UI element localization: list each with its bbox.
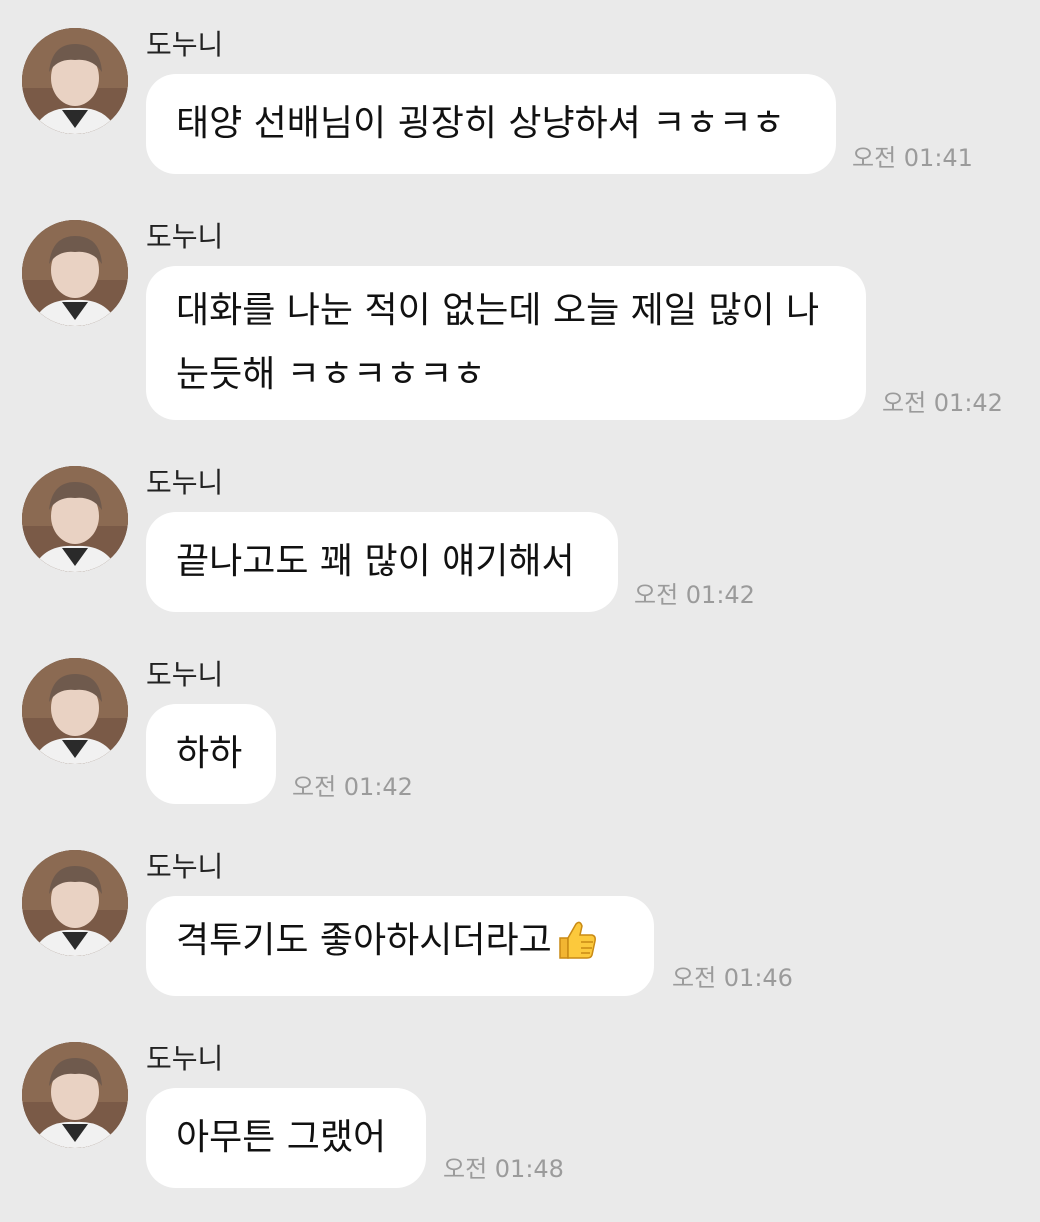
message-time: 오전 01:48 <box>443 1155 564 1183</box>
avatar[interactable] <box>22 220 128 326</box>
avatar-photo <box>22 466 128 572</box>
message-bubble[interactable]: 태양 선배님이 굉장히 상냥하셔 ㅋㅎㅋㅎ <box>146 74 836 174</box>
sender-name: 도누니 <box>146 466 224 499</box>
message-text: 아무튼 그랬어 <box>176 1117 387 1158</box>
message-time: 오전 01:42 <box>292 773 413 801</box>
avatar[interactable] <box>22 1042 128 1148</box>
message-bubble[interactable]: 대화를 나눈 적이 없는데 오늘 제일 많이 나 눈듯해 ㅋㅎㅋㅎㅋㅎ <box>146 266 866 420</box>
thumbs-up-icon <box>554 918 598 983</box>
message-time: 오전 01:42 <box>882 389 1003 417</box>
message-bubble[interactable]: 아무튼 그랬어 <box>146 1088 426 1188</box>
sender-name: 도누니 <box>146 220 224 253</box>
message-text: 태양 선배님이 굉장히 상냥하셔 ㅋㅎㅋㅎ <box>176 103 785 144</box>
chat-thread: 도누니 태양 선배님이 굉장히 상냥하셔 ㅋㅎㅋㅎ 오전 01:41 도누니 대… <box>0 0 1040 1200</box>
avatar[interactable] <box>22 658 128 764</box>
message-text: 대화를 나눈 적이 없는데 오늘 제일 많이 나 <box>176 290 820 331</box>
sender-name: 도누니 <box>146 1042 224 1075</box>
message-text: 격투기도 좋아하시더라고 <box>176 920 552 961</box>
message-text: 눈듯해 ㅋㅎㅋㅎㅋㅎ <box>176 354 486 395</box>
avatar-photo <box>22 658 128 764</box>
message-bubble[interactable]: 하하 <box>146 704 276 804</box>
message: 도누니 대화를 나눈 적이 없는데 오늘 제일 많이 나 눈듯해 ㅋㅎㅋㅎㅋㅎ … <box>0 220 1040 420</box>
message: 도누니 태양 선배님이 굉장히 상냥하셔 ㅋㅎㅋㅎ 오전 01:41 <box>0 28 1040 208</box>
avatar-photo <box>22 28 128 134</box>
message-text: 끝나고도 꽤 많이 얘기해서 <box>176 541 575 582</box>
message: 도누니 아무튼 그랬어 오전 01:48 <box>0 1042 1040 1222</box>
message: 도누니 하하 오전 01:42 <box>0 658 1040 838</box>
avatar-photo <box>22 1042 128 1148</box>
avatar[interactable] <box>22 850 128 956</box>
message: 도누니 격투기도 좋아하시더라고 오전 01:46 <box>0 850 1040 1030</box>
message-time: 오전 01:46 <box>672 964 793 992</box>
avatar[interactable] <box>22 466 128 572</box>
sender-name: 도누니 <box>146 850 224 883</box>
sender-name: 도누니 <box>146 28 224 61</box>
message-line: 격투기도 좋아하시더라고 <box>176 909 624 983</box>
message-bubble[interactable]: 격투기도 좋아하시더라고 <box>146 896 654 996</box>
avatar-photo <box>22 220 128 326</box>
sender-name: 도누니 <box>146 658 224 691</box>
avatar[interactable] <box>22 28 128 134</box>
message: 도누니 끝나고도 꽤 많이 얘기해서 오전 01:42 <box>0 466 1040 646</box>
message-bubble[interactable]: 끝나고도 꽤 많이 얘기해서 <box>146 512 618 612</box>
message-text: 하하 <box>176 733 243 774</box>
message-time: 오전 01:41 <box>852 144 973 172</box>
message-time: 오전 01:42 <box>634 581 755 609</box>
avatar-photo <box>22 850 128 956</box>
